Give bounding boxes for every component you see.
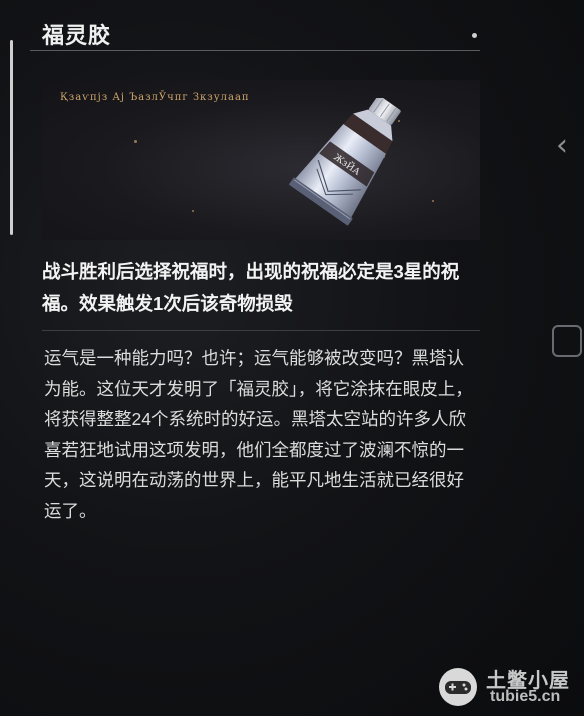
scrollbar-track[interactable] [10,40,13,235]
watermark: 土鳖小屋 tubie5.cn [438,664,578,710]
section-divider [42,330,480,331]
title-divider [30,50,480,51]
glue-tube-icon: ЖзЙА [289,98,401,226]
gamepad-logo [439,668,477,706]
watermark-domain: tubie5.cn [490,688,561,705]
chevron-right-icon[interactable]: ‹ [556,128,568,163]
item-effect-description: 战斗胜利后选择祝福时，出现的祝福必定是3星的祝福。效果触发1次后该奇物损毁 [42,261,460,314]
sparkle-icon [134,140,137,143]
title-dot-icon [472,33,477,38]
item-illustration: Қзаѵпјз Ај ЪазлӮчпг Зкзулаап ЖзЙА [42,80,480,240]
item-title: 福灵胶 [42,23,112,48]
image-caption: Қзаѵпјз Ај ЪазлӮчпг Зкзулаап [60,92,250,103]
side-square-button[interactable] [552,325,582,357]
item-lore-text: 运气是一种能力吗？也许；运气能够被改变吗？黑塔认为能。这位天才发明了「福灵胶」，… [44,348,473,521]
sparkle-icon [192,210,194,212]
